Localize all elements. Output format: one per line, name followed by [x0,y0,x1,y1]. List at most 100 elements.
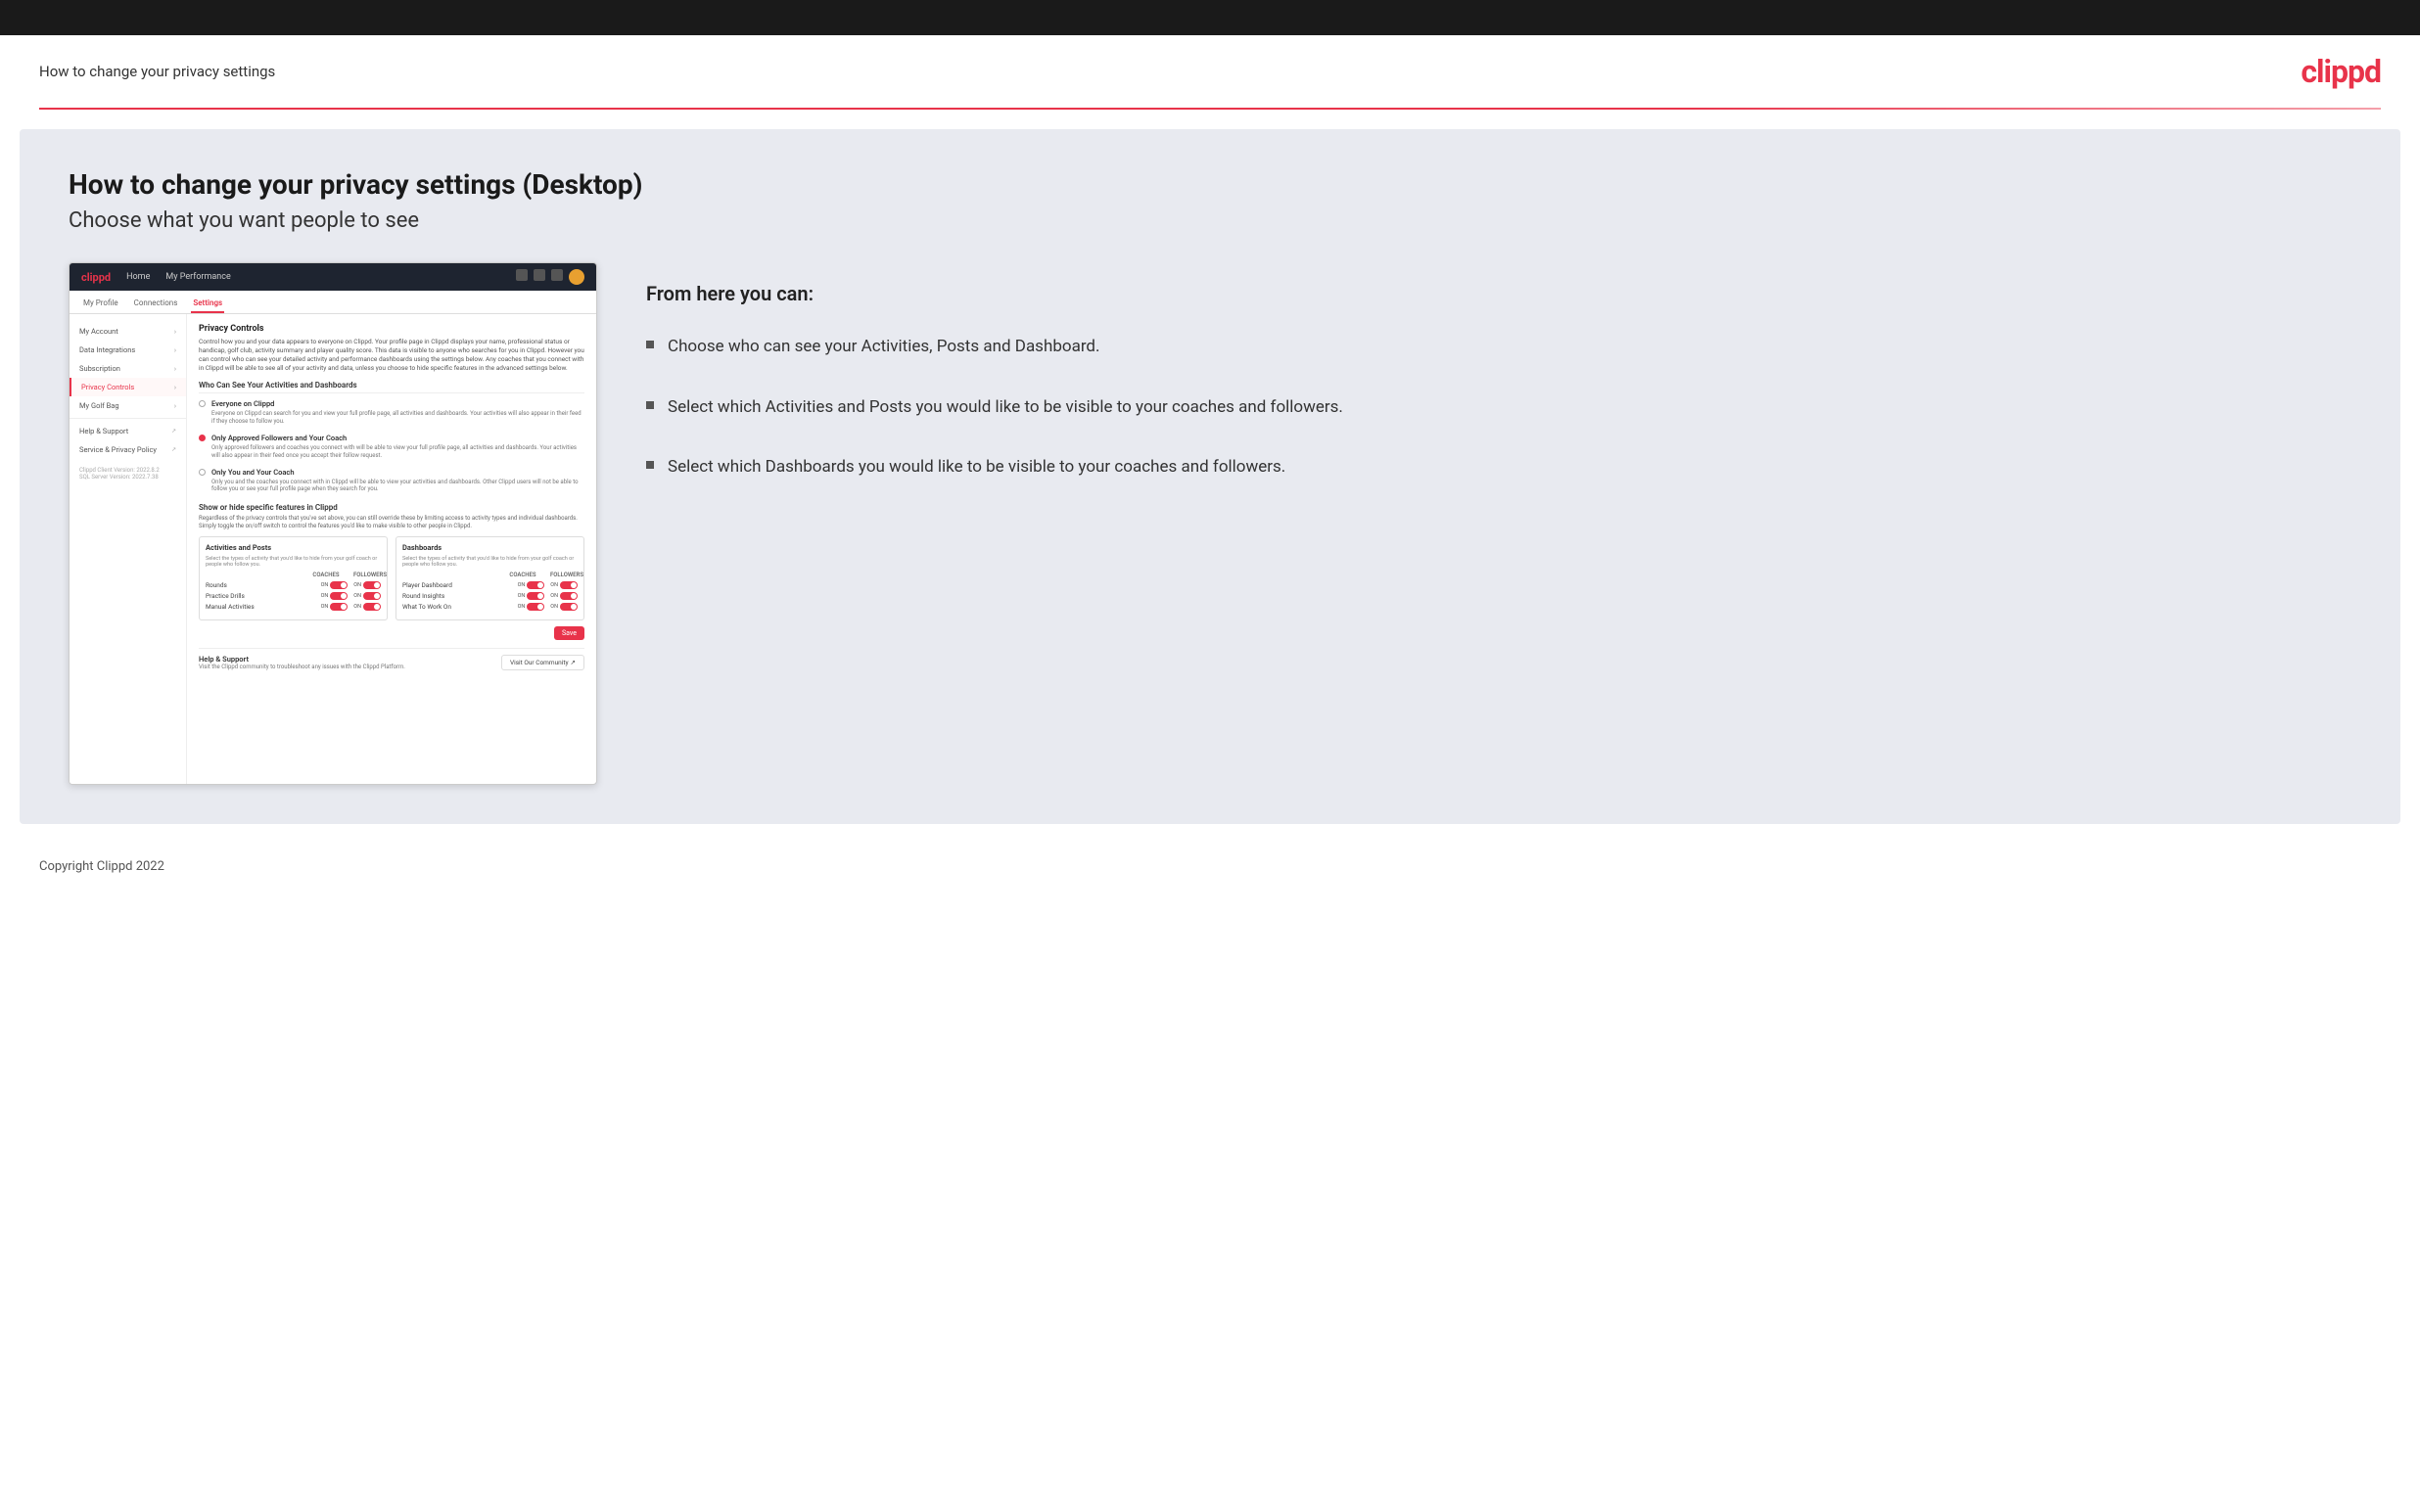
on-label: ON [518,593,526,599]
radio-item-approved[interactable]: Only Approved Followers and Your Coach O… [199,434,584,460]
what-to-work-coaches-switch[interactable]: ON [518,603,545,611]
on-label: ON [550,604,558,610]
toggle-pill [363,581,381,589]
tab-my-profile[interactable]: My Profile [81,295,120,313]
coaches-header-dash: COACHES [509,572,536,578]
mockup-main-panel: Privacy Controls Control how you and you… [187,314,596,784]
tab-settings[interactable]: Settings [191,295,224,313]
chevron-right-icon: › [174,346,176,354]
chevron-right-icon: › [174,402,176,410]
manual-coaches-switch[interactable]: ON [321,603,349,611]
mockup-tabs: My Profile Connections Settings [70,291,596,314]
bullet-text-1: Choose who can see your Activities, Post… [668,335,1100,360]
followers-header: FOLLOWERS [353,572,381,578]
rounds-label: Rounds [206,581,227,589]
dashboards-col: Dashboards Select the types of activity … [396,536,584,620]
sidebar-item-subscription[interactable]: Subscription › [70,359,186,378]
toggle-row-rounds: Rounds ON ON [206,581,381,589]
search-icon[interactable] [516,269,528,281]
round-insights-switches: ON ON [518,592,578,600]
toggle-row-manual-activities: Manual Activities ON ON [206,603,381,611]
external-link-icon: ↗ [171,428,176,435]
sidebar-item-my-account[interactable]: My Account › [70,322,186,341]
sidebar-item-help-support[interactable]: Help & Support ↗ [70,422,186,440]
chevron-right-icon: › [174,328,176,336]
player-dashboard-label: Player Dashboard [402,581,452,589]
radio-circle-only-you [199,469,206,476]
radio-label-only-you: Only You and Your Coach [211,468,584,477]
right-info: From here you can: Choose who can see yo… [646,262,2351,481]
practice-followers-switch[interactable]: ON [353,592,381,600]
toggle-row-player-dashboard: Player Dashboard ON ON [402,581,578,589]
save-button[interactable]: Save [554,626,584,640]
bullet-text-3: Select which Dashboards you would like t… [668,455,1285,481]
help-title: Help & Support [199,655,405,664]
sidebar-item-data-integrations[interactable]: Data Integrations › [70,341,186,359]
who-can-see-title: Who Can See Your Activities and Dashboar… [199,381,584,393]
rounds-followers-switch[interactable]: ON [353,581,381,589]
toggle-section: Show or hide specific features in Clippd… [199,503,584,670]
on-label: ON [550,582,558,588]
privacy-controls-title: Privacy Controls [199,324,584,334]
main-content: How to change your privacy settings (Des… [20,129,2400,824]
avatar[interactable] [569,269,584,285]
mockup-nav: clippd Home My Performance [70,263,596,291]
logo: clippd [2301,53,2381,90]
radio-circle-everyone [199,400,206,407]
round-insights-coaches-switch[interactable]: ON [518,592,545,600]
sidebar-label-privacy-controls: Privacy Controls [81,383,134,391]
sidebar-item-my-golf-bag[interactable]: My Golf Bag › [70,396,186,415]
toggle-pill [560,581,578,589]
sidebar-item-privacy-controls[interactable]: Privacy Controls › [70,378,186,396]
external-link-icon: ↗ [171,446,176,453]
on-label: ON [353,582,361,588]
on-label: ON [518,604,526,610]
what-to-work-on-label: What To Work On [402,603,451,611]
settings-icon[interactable] [534,269,545,281]
page-subheading: Choose what you want people to see [69,208,2351,233]
manual-switches: ON ON [321,603,381,611]
mockup-logo: clippd [81,271,111,284]
bell-icon[interactable] [551,269,563,281]
on-label: ON [550,593,558,599]
mockup-nav-home[interactable]: Home [126,272,150,282]
practice-coaches-switch[interactable]: ON [321,592,349,600]
bullet-item-3: Select which Dashboards you would like t… [646,455,2351,481]
toggle-row-what-to-work-on: What To Work On ON ON [402,603,578,611]
version-info: Clippd Client Version: 2022.8.2SQL Serve… [70,459,186,488]
radio-content-everyone: Everyone on Clippd Everyone on Clippd ca… [211,399,584,426]
toggle-section-title: Show or hide specific features in Clippd [199,503,584,512]
sidebar-label-my-golf-bag: My Golf Bag [79,401,119,410]
rounds-switches: ON ON [321,581,381,589]
tab-connections[interactable]: Connections [132,295,180,313]
manual-followers-switch[interactable]: ON [353,603,381,611]
on-label: ON [353,593,361,599]
sidebar-label-my-account: My Account [79,327,118,336]
sidebar-item-service-privacy[interactable]: Service & Privacy Policy ↗ [70,440,186,459]
help-desc: Visit the Clippd community to troublesho… [199,664,405,670]
round-insights-followers-switch[interactable]: ON [550,592,578,600]
toggle-pill [363,592,381,600]
mockup: clippd Home My Performance My Profile Co… [69,262,597,785]
player-dash-coaches-switch[interactable]: ON [518,581,545,589]
top-bar [0,0,2420,35]
practice-drills-label: Practice Drills [206,592,245,600]
rounds-coaches-switch[interactable]: ON [321,581,349,589]
on-label: ON [321,582,329,588]
mockup-nav-performance[interactable]: My Performance [165,272,230,282]
what-to-work-followers-switch[interactable]: ON [550,603,578,611]
visit-community-button[interactable]: Visit Our Community ↗ [501,655,584,670]
player-dash-followers-switch[interactable]: ON [550,581,578,589]
activities-col: Activities and Posts Select the types of… [199,536,388,620]
radio-circle-approved [199,435,206,441]
sidebar-label-data-integrations: Data Integrations [79,345,135,354]
footer: Copyright Clippd 2022 [0,844,2420,890]
activities-headers: COACHES FOLLOWERS [206,572,381,578]
radio-item-only-you[interactable]: Only You and Your Coach Only you and the… [199,468,584,494]
bullet-item-1: Choose who can see your Activities, Post… [646,335,2351,360]
radio-label-everyone: Everyone on Clippd [211,399,584,408]
radio-desc-approved: Only approved followers and coaches you … [211,444,584,460]
activities-col-desc: Select the types of activity that you'd … [206,556,381,568]
radio-item-everyone[interactable]: Everyone on Clippd Everyone on Clippd ca… [199,399,584,426]
radio-label-approved: Only Approved Followers and Your Coach [211,434,584,442]
